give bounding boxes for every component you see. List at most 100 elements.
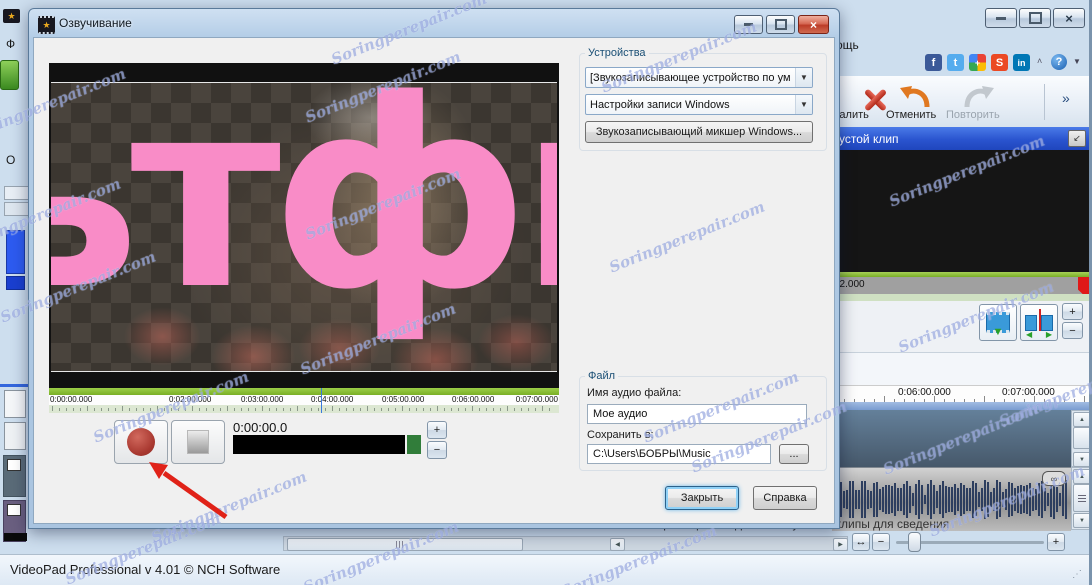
stop-icon <box>187 430 209 454</box>
hscroll-thumb[interactable] <box>287 538 523 551</box>
linkedin-icon[interactable]: in <box>1013 54 1030 71</box>
save-path-input[interactable]: C:\Users\БОБРЫ\Music <box>587 444 771 464</box>
twitter-icon[interactable]: t <box>947 54 964 71</box>
dialog-title: Озвучивание <box>59 16 132 30</box>
dialog-maximize-icon[interactable] <box>766 15 795 34</box>
resize-grip-icon[interactable]: ⋰ <box>1072 569 1082 580</box>
voiceover-dialog: ★ Озвучивание × ьтфи 0:00:00.000 0:02:00… <box>28 8 840 529</box>
clip-thumbnail-selected[interactable] <box>6 230 25 274</box>
link-icon[interactable]: ∞ <box>1042 471 1066 486</box>
devices-group-label: Устройства <box>585 47 649 59</box>
main-timeline-blue <box>832 402 1092 410</box>
browse-button[interactable]: ... <box>779 444 809 464</box>
empty-thumbnail[interactable] <box>4 422 26 450</box>
google-icon[interactable]: + <box>969 54 986 71</box>
video-thumbnail[interactable] <box>3 455 26 497</box>
timeline-label: 0:02:00.000 <box>169 395 212 404</box>
file-group-label: Файл <box>585 370 619 382</box>
hscroll-right-icon[interactable]: ▶ <box>833 538 848 551</box>
help-icon[interactable]: ? <box>1051 54 1067 70</box>
record-settings-select[interactable]: Настройки записи Windows ▼ <box>585 94 813 115</box>
mixer-button[interactable]: Звукозаписывающий микшер Windows... <box>585 121 813 143</box>
zoom-in-track-button[interactable]: + <box>1047 533 1065 551</box>
stop-button[interactable] <box>171 420 225 464</box>
add-to-sequence-button[interactable]: ▼ <box>979 304 1017 341</box>
main-timeline-ruler[interactable]: 0 0:06:00.000 0:07:00.000 <box>832 385 1092 403</box>
sequence-panel: ▼ ◀ ▶ + − <box>832 301 1092 352</box>
left-label-fragment: О <box>6 153 16 167</box>
record-time: 0:00:00.0 <box>233 420 288 435</box>
clip-ruler[interactable]: 02.000 <box>832 277 1092 300</box>
video-track-scrollbar[interactable]: ▲ ▼ <box>1071 410 1091 467</box>
panel-gap <box>832 352 1092 386</box>
tab-corner <box>4 202 28 216</box>
empty-thumbnail[interactable] <box>4 390 26 418</box>
help-button[interactable]: Справка <box>753 486 817 510</box>
recording-device-select[interactable]: [Звукозаписывающее устройство по ум ▼ <box>585 67 813 88</box>
video-thumbnail[interactable] <box>3 500 27 542</box>
app-icon: ★ <box>3 9 20 23</box>
redo-label[interactable]: Повторить <box>946 109 1000 121</box>
timeline-hscrollbar[interactable]: ◀ ▶ <box>283 536 848 551</box>
audio-name-label: Имя аудио файла: <box>587 387 682 399</box>
facebook-icon[interactable]: f <box>925 54 942 71</box>
audio-name-input[interactable]: Мое аудио <box>587 404 807 424</box>
preview-zoom-out-button[interactable]: − <box>427 441 447 459</box>
clip-thumbnail-selected-lower[interactable] <box>6 276 25 290</box>
audio-track-scrollbar[interactable]: ▲ ▼ <box>1071 467 1091 530</box>
preview-canvas: ьтфи <box>51 82 557 372</box>
hscroll-left-icon[interactable]: ◀ <box>610 538 625 551</box>
menu-file-fragment[interactable]: Ф <box>6 37 15 51</box>
timeline-zoom-out-button[interactable]: − <box>1062 322 1083 339</box>
minimize-icon[interactable] <box>985 8 1017 28</box>
clip-preview-black <box>832 150 1092 272</box>
video-track-area[interactable] <box>832 410 1071 467</box>
screen: ★ Ф О × ощь f t + S in ˄ ? ▼ далить Отме… <box>0 0 1092 585</box>
recording-device-value: [Звукозаписывающее устройство по ум <box>590 71 791 84</box>
timeline-label: 0:05:00.000 <box>382 395 425 404</box>
ruler-ticks <box>832 386 1092 403</box>
green-folder-icon[interactable] <box>0 60 19 90</box>
timeline-label: 0:07:00.000 <box>515 395 558 404</box>
maximize-icon[interactable] <box>1019 8 1051 28</box>
timeline-ticks <box>49 405 559 413</box>
help-dropdown-icon[interactable]: ▼ <box>1073 57 1081 66</box>
dialog-minimize-icon[interactable] <box>734 15 763 34</box>
playhead-cursor[interactable] <box>321 388 322 413</box>
preview-timeline-ruler[interactable]: 0:00:00.000 0:02:00.000 0:03:00.000 0:04… <box>49 395 559 405</box>
level-meter <box>233 435 405 454</box>
zoom-slider-thumb[interactable] <box>908 532 921 552</box>
level-meter-peak <box>407 435 421 454</box>
chevron-down-icon[interactable]: ▼ <box>795 68 812 87</box>
collapse-caret-icon[interactable]: ˄ <box>1037 56 1042 66</box>
toolbar: далить Отменить Повторить » <box>832 76 1092 128</box>
close-button[interactable]: Закрыть <box>665 486 739 510</box>
record-button[interactable] <box>114 420 168 464</box>
status-text: VideoPad Professional v 4.01 © NCH Softw… <box>10 562 281 577</box>
redo-icon[interactable] <box>960 82 996 112</box>
clip-title: устой клип <box>839 131 899 146</box>
toolbar-overflow-button[interactable]: » <box>1062 90 1070 106</box>
undo-label[interactable]: Отменить <box>886 109 936 121</box>
timeline-label: 0:03:00.000 <box>241 395 284 404</box>
close-icon[interactable]: × <box>1053 8 1085 28</box>
fit-timeline-button[interactable]: ↔ <box>852 533 870 551</box>
timeline-label: 0:00:00.000 <box>50 395 93 404</box>
save-to-label: Сохранить в: <box>587 429 654 441</box>
undo-icon[interactable] <box>898 82 934 112</box>
stumbleupon-icon[interactable]: S <box>991 54 1008 71</box>
dialog-close-icon[interactable]: × <box>798 15 829 34</box>
chevron-down-icon[interactable]: ▼ <box>795 95 812 114</box>
timeline-zoom-in-button[interactable]: + <box>1062 303 1083 320</box>
split-clip-button[interactable]: ◀ ▶ <box>1020 304 1058 341</box>
video-preview: ьтфи 0:00:00.000 0:02:00.000 0:03:00.000… <box>49 63 559 413</box>
clip-ruler-light <box>832 294 1092 301</box>
zoom-out-track-button[interactable]: − <box>872 533 890 551</box>
dialog-film-icon: ★ <box>38 16 55 34</box>
restore-icon[interactable]: ↙ <box>1068 130 1086 147</box>
status-bar: VideoPad Professional v 4.01 © NCH Softw… <box>0 554 1092 585</box>
clip-titlebar[interactable]: устой клип ↙ <box>832 127 1092 150</box>
preview-zoom-in-button[interactable]: + <box>427 421 447 439</box>
record-icon <box>127 428 155 456</box>
preview-timeline-bar <box>49 388 559 395</box>
